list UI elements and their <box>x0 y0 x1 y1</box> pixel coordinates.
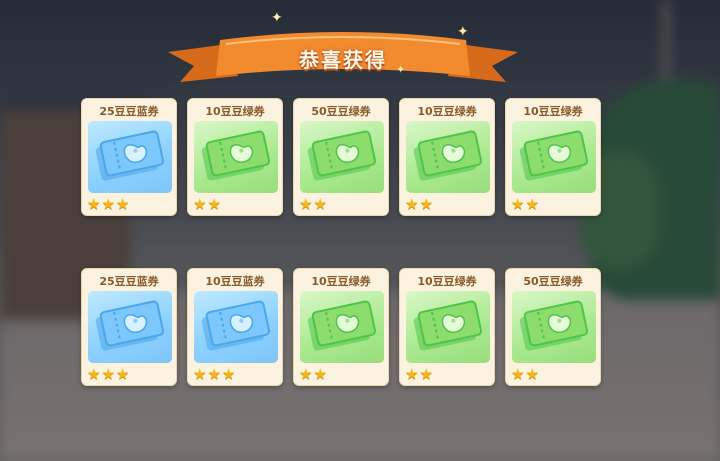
reward-thumbnail <box>406 291 490 363</box>
star-icon: ★ <box>115 195 130 213</box>
rarity-stars: ★ ★ <box>405 366 433 382</box>
reward-label: 10豆豆绿券 <box>523 105 583 118</box>
ticket-icon <box>95 300 165 351</box>
star-icon: ★ <box>511 195 525 213</box>
rarity-stars: ★ ★ <box>405 196 433 212</box>
star-icon: ★ <box>115 365 130 383</box>
rarity-stars: ★ ★ <box>511 366 539 382</box>
reward-label: 10豆豆绿券 <box>205 105 265 118</box>
star-icon: ★ <box>207 195 221 213</box>
reward-thumbnail <box>300 291 384 363</box>
reward-grid: 25豆豆蓝券 ★ ★ ★ 10豆豆绿券 ★ ★ 50豆豆绿券 ★ ★ 10豆豆绿券 <box>0 0 720 461</box>
star-icon: ★ <box>87 195 101 213</box>
ticket-icon <box>413 300 483 351</box>
rarity-stars: ★ ★ ★ <box>87 196 129 212</box>
reward-thumbnail <box>88 121 172 193</box>
star-icon: ★ <box>221 365 236 383</box>
reward-card[interactable]: 25豆豆蓝券 ★ ★ ★ <box>81 268 177 386</box>
reward-card[interactable]: 50豆豆绿券 ★ ★ <box>505 268 601 386</box>
reward-label: 10豆豆绿券 <box>311 275 371 288</box>
star-icon: ★ <box>299 365 313 383</box>
reward-card[interactable]: 10豆豆绿券 ★ ★ <box>399 268 495 386</box>
reward-card[interactable]: 25豆豆蓝券 ★ ★ ★ <box>81 98 177 216</box>
star-icon: ★ <box>313 365 327 383</box>
reward-thumbnail <box>194 291 278 363</box>
reward-card[interactable]: 10豆豆绿券 ★ ★ <box>187 98 283 216</box>
reward-thumbnail <box>300 121 384 193</box>
star-icon: ★ <box>525 195 539 213</box>
star-icon: ★ <box>193 365 207 383</box>
rarity-stars: ★ ★ ★ <box>193 366 235 382</box>
reward-thumbnail <box>512 121 596 193</box>
reward-card[interactable]: 10豆豆蓝券 ★ ★ ★ <box>187 268 283 386</box>
star-icon: ★ <box>101 195 115 213</box>
reward-card[interactable]: 10豆豆绿券 ★ ★ <box>293 268 389 386</box>
star-icon: ★ <box>313 195 327 213</box>
star-icon: ★ <box>419 195 433 213</box>
star-icon: ★ <box>299 195 313 213</box>
ticket-icon <box>307 300 377 351</box>
reward-label: 50豆豆绿券 <box>523 275 583 288</box>
ticket-icon <box>413 130 483 181</box>
rarity-stars: ★ ★ <box>299 366 327 382</box>
ticket-icon <box>201 130 271 181</box>
reward-thumbnail <box>512 291 596 363</box>
star-icon: ★ <box>87 365 101 383</box>
star-icon: ★ <box>511 365 525 383</box>
ticket-icon <box>519 300 589 351</box>
star-icon: ★ <box>405 195 419 213</box>
star-icon: ★ <box>405 365 419 383</box>
star-icon: ★ <box>101 365 115 383</box>
star-icon: ★ <box>193 195 207 213</box>
reward-label: 10豆豆绿券 <box>417 105 477 118</box>
rarity-stars: ★ ★ <box>511 196 539 212</box>
reward-card[interactable]: 50豆豆绿券 ★ ★ <box>293 98 389 216</box>
reward-thumbnail <box>88 291 172 363</box>
star-icon: ★ <box>419 365 433 383</box>
reward-thumbnail <box>406 121 490 193</box>
star-icon: ★ <box>207 365 221 383</box>
reward-label: 25豆豆蓝券 <box>99 275 159 288</box>
star-icon: ★ <box>525 365 539 383</box>
rarity-stars: ★ ★ <box>193 196 221 212</box>
reward-card[interactable]: 10豆豆绿券 ★ ★ <box>399 98 495 216</box>
rarity-stars: ★ ★ <box>299 196 327 212</box>
reward-thumbnail <box>194 121 278 193</box>
ticket-icon <box>201 300 271 351</box>
reward-label: 10豆豆绿券 <box>417 275 477 288</box>
ticket-icon <box>307 130 377 181</box>
reward-label: 10豆豆蓝券 <box>205 275 265 288</box>
reward-card[interactable]: 10豆豆绿券 ★ ★ <box>505 98 601 216</box>
reward-label: 50豆豆绿券 <box>311 105 371 118</box>
reward-label: 25豆豆蓝券 <box>99 105 159 118</box>
rarity-stars: ★ ★ ★ <box>87 366 129 382</box>
ticket-icon <box>519 130 589 181</box>
ticket-icon <box>95 130 165 181</box>
